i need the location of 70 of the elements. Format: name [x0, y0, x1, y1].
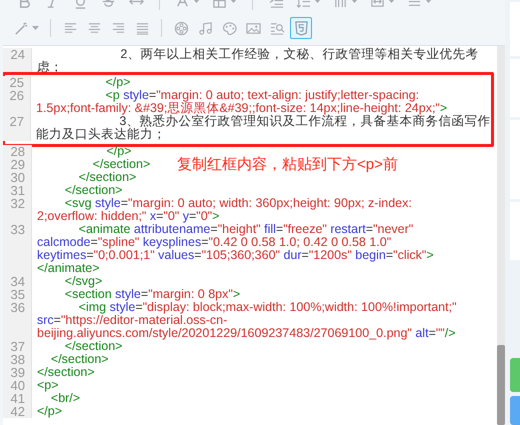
line-number: 38: [10, 353, 26, 366]
toolbar-button[interactable]: [290, 17, 312, 39]
wand-icon: [14, 20, 29, 36]
caret-icon: [193, 0, 200, 3]
line-number: 35: [10, 288, 26, 301]
line-number: 26: [8, 89, 25, 102]
code-line: <section style="margin: 0 8px">: [64, 288, 240, 301]
align-justify-icon: [134, 20, 150, 36]
code-line: 2;overflow: hidden;" x="0" y="0">: [37, 210, 220, 223]
code-line: <animate attributename="height" fill="freeze" restart="never": [78, 223, 414, 236]
code-line: </section>: [50, 353, 109, 366]
scrollbar[interactable]: [497, 46, 505, 425]
line-number: 40: [10, 379, 26, 392]
code-line: </animate>: [37, 262, 101, 275]
code-line: src="https://editor-material.oss-cn-: [37, 314, 228, 327]
code-line: <p style="margin: 0 auto; text-align: justify;letter-spacing:: [104, 89, 420, 102]
code-line: 能力及口头表达能力；: [36, 128, 167, 141]
caret-icon: [388, 0, 395, 3]
line-number: 30: [10, 171, 26, 184]
code-line: keytimes="0;0.001;1" values="105;360;360" dur="1200s" begin="click">: [37, 249, 434, 262]
align-center-icon: [86, 20, 102, 36]
code-line: 2、两年以上相关工作经验，文秘、行政管理等相关专业优先考: [119, 48, 478, 61]
line-number: 34: [10, 275, 26, 288]
caret-icon: [425, 0, 432, 3]
line-number: 42: [10, 405, 26, 418]
code-line: </section>: [64, 340, 122, 353]
align-right-icon: [110, 20, 126, 36]
film-reel-icon: [174, 20, 188, 36]
palette-icon: [222, 20, 236, 36]
code-line: beijing.aliyuncs.com/style/20201229/1609237483/27069100_0.png" alt=""/>: [37, 327, 457, 340]
html5-icon: [294, 20, 308, 36]
line-number: 37: [10, 340, 26, 353]
line-number: 33: [10, 223, 26, 236]
code-line: </p>: [104, 76, 130, 89]
code-line: </section>: [78, 171, 136, 184]
code-line: calcmode="spline" keysplines="0.42 0 0.58 1.0; 0.42 0 0.58 1.0": [37, 236, 392, 249]
annotation: 复制红框内容，粘贴到下方<p>前: [177, 155, 398, 175]
code-line: </p>: [106, 145, 132, 158]
line-number: 36: [10, 301, 26, 314]
line-number: 32: [10, 197, 26, 210]
line-number: 31: [10, 184, 26, 197]
code-line: <img style="display: block;max-width: 100%;width: 100%!important;": [78, 301, 457, 314]
line-number: 29: [10, 158, 26, 171]
search-icon: [270, 20, 284, 36]
caret-icon: [230, 0, 237, 3]
line-number: 28: [10, 145, 26, 158]
line-number: 41: [10, 392, 26, 405]
code-line: 虑；: [37, 61, 64, 74]
side-tab[interactable]: [510, 396, 520, 425]
line-number: 25: [8, 76, 25, 89]
code-line: </svg>: [64, 275, 102, 288]
code-line: </p>: [37, 405, 62, 418]
image-icon: [246, 20, 260, 36]
code-line: <p>: [37, 379, 59, 392]
code-line: </section>: [92, 158, 150, 171]
code-line: 3、熟悉办公室行政管理知识及工作流程，具备基本商务信函写作: [119, 115, 490, 128]
caret-icon: [351, 0, 358, 3]
music-note-icon: [198, 20, 212, 36]
code-line: </section>: [37, 366, 95, 379]
code-line: 1.5px;font-family: &#39;思源黑体&#39;;font-size: 14px;line-height: 24px;">: [36, 102, 448, 115]
code-line: <svg style="margin: 0 auto; width: 360px;height: 90px; z-index:: [64, 197, 412, 210]
caret-icon: [314, 0, 321, 3]
line-number: 39: [10, 366, 26, 379]
align-left-icon: [62, 20, 78, 36]
code-line: <br/>: [50, 392, 80, 405]
code-line: </section>: [64, 184, 122, 197]
line-number: 24: [10, 48, 26, 61]
scrollbar-thumb[interactable]: [497, 345, 505, 425]
caret-icon: [32, 26, 39, 30]
line-number: 27: [8, 115, 25, 128]
